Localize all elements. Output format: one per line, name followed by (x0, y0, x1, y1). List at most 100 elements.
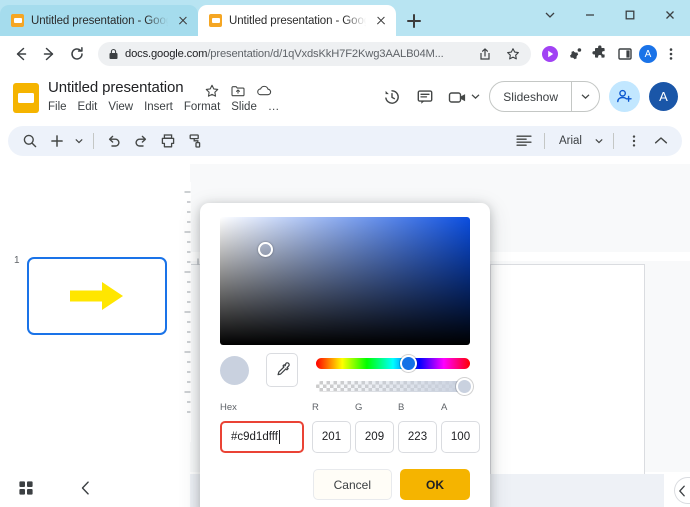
chevron-down-icon[interactable] (72, 130, 85, 153)
bottom-left-controls (12, 474, 100, 502)
alpha-value: 100 (450, 431, 471, 443)
menu-file[interactable]: File (48, 101, 67, 113)
comment-icon[interactable] (413, 85, 437, 109)
toolbar-divider (613, 133, 614, 149)
ok-button[interactable]: OK (400, 469, 470, 500)
star-icon[interactable] (502, 43, 524, 65)
b-label: B (398, 402, 405, 413)
lock-icon (109, 48, 118, 59)
history-icon[interactable] (380, 85, 404, 109)
forward-icon[interactable] (36, 41, 62, 67)
slide-canvas[interactable] (490, 264, 645, 486)
header-actions: Slideshow A (380, 81, 678, 112)
vertical-ruler (182, 182, 191, 442)
saturation-value-handle[interactable] (258, 242, 273, 257)
menu-format[interactable]: Format (184, 101, 220, 113)
blue-input[interactable]: 223 (398, 421, 437, 453)
hue-slider[interactable] (316, 355, 470, 372)
meet-button-group[interactable] (446, 85, 480, 109)
green-input[interactable]: 209 (355, 421, 394, 453)
star-icon[interactable] (203, 82, 220, 99)
kebab-menu-icon[interactable] (660, 43, 682, 65)
chevron-down-icon[interactable] (592, 130, 605, 153)
grid-view-icon[interactable] (12, 474, 40, 502)
blue-value: 223 (407, 431, 428, 443)
slide-filmstrip: 1 (0, 162, 180, 472)
user-avatar[interactable]: A (649, 82, 678, 111)
cloud-saved-icon[interactable] (255, 82, 272, 99)
slideshow-label: Slideshow (503, 89, 558, 104)
slide-number: 1 (14, 255, 20, 266)
person-add-icon (617, 89, 632, 103)
dialog-actions: Cancel OK (312, 469, 470, 500)
hex-label: Hex (220, 402, 237, 413)
print-icon[interactable] (156, 130, 179, 153)
color-field-labels: Hex R G B A (220, 402, 470, 416)
chevron-down-icon[interactable] (572, 93, 599, 100)
share-button[interactable] (609, 81, 640, 112)
extension-icons: A (539, 43, 682, 65)
alpha-slider-handle[interactable] (456, 378, 473, 395)
menu-insert[interactable]: Insert (144, 101, 173, 113)
video-camera-icon[interactable] (446, 85, 470, 109)
redo-icon[interactable] (129, 130, 152, 153)
expand-panel-button[interactable] (674, 477, 690, 504)
g-label: G (355, 402, 363, 413)
alpha-input[interactable]: 100 (441, 421, 480, 453)
new-tab-button[interactable] (400, 7, 428, 35)
side-panel-icon[interactable] (614, 43, 636, 65)
document-title[interactable]: Untitled presentation (48, 79, 184, 96)
puzzle-small-icon[interactable] (564, 43, 586, 65)
back-icon[interactable] (8, 41, 34, 67)
plus-icon[interactable] (45, 130, 68, 153)
menu-slide[interactable]: Slide (231, 101, 257, 113)
browser-profile-avatar[interactable]: A (639, 45, 657, 63)
close-icon[interactable] (175, 13, 190, 28)
hex-value: #c9d1dfff (231, 431, 278, 443)
text-cursor (278, 430, 280, 444)
chevron-up-icon[interactable] (649, 130, 672, 153)
chevron-left-icon[interactable] (72, 474, 100, 502)
cancel-button[interactable]: Cancel (312, 469, 392, 500)
menu-more[interactable]: … (268, 101, 280, 113)
browser-tab-2[interactable]: Untitled presentation - Google S (198, 5, 396, 36)
saturation-value-panel[interactable] (220, 217, 470, 345)
menu-view[interactable]: View (108, 101, 133, 113)
paint-format-icon[interactable] (183, 130, 206, 153)
reload-icon[interactable] (64, 41, 90, 67)
google-slides-logo (13, 83, 39, 113)
browser-window: Untitled presentation - Google S Untitle… (0, 0, 690, 507)
tab-search-chevron-icon[interactable] (530, 0, 570, 30)
font-family-selector[interactable]: Arial (553, 135, 588, 147)
a-label: A (441, 402, 448, 413)
url-host: docs.google.com (125, 48, 208, 60)
close-icon[interactable] (650, 0, 690, 30)
menu-edit[interactable]: Edit (78, 101, 98, 113)
toolbar-divider (543, 133, 545, 149)
browser-tab-1[interactable]: Untitled presentation - Google S (0, 5, 198, 36)
hex-input[interactable]: #c9d1dfff (220, 421, 304, 453)
url-path: /presentation/d/1qVxdsKkH7F2Kwg3AALB04M.… (207, 48, 444, 60)
address-bar[interactable]: docs.google.com/presentation/d/1qVxdsKkH… (98, 42, 531, 66)
move-to-folder-icon[interactable] (229, 82, 246, 99)
share-icon[interactable] (474, 43, 496, 65)
toolbar-divider (93, 133, 94, 149)
search-icon[interactable] (18, 130, 41, 153)
extensions-puzzle-icon[interactable] (589, 43, 611, 65)
red-input[interactable]: 201 (312, 421, 351, 453)
undo-icon[interactable] (102, 130, 125, 153)
text-format-icon[interactable] (513, 130, 536, 153)
hue-slider-handle[interactable] (400, 355, 417, 372)
green-value: 209 (364, 431, 385, 443)
kebab-menu-icon[interactable] (622, 130, 645, 153)
minimize-icon[interactable] (570, 0, 610, 30)
slide-thumbnail-1[interactable] (27, 257, 167, 335)
slideshow-button[interactable]: Slideshow (489, 81, 600, 112)
maximize-icon[interactable] (610, 0, 650, 30)
eyedropper-button[interactable] (266, 353, 298, 387)
slides-menubar: File Edit View Insert Format Slide … (48, 101, 279, 113)
close-icon[interactable] (373, 13, 388, 28)
alpha-slider[interactable] (316, 378, 473, 395)
eyedropper-icon (277, 362, 290, 376)
media-play-icon[interactable] (539, 43, 561, 65)
